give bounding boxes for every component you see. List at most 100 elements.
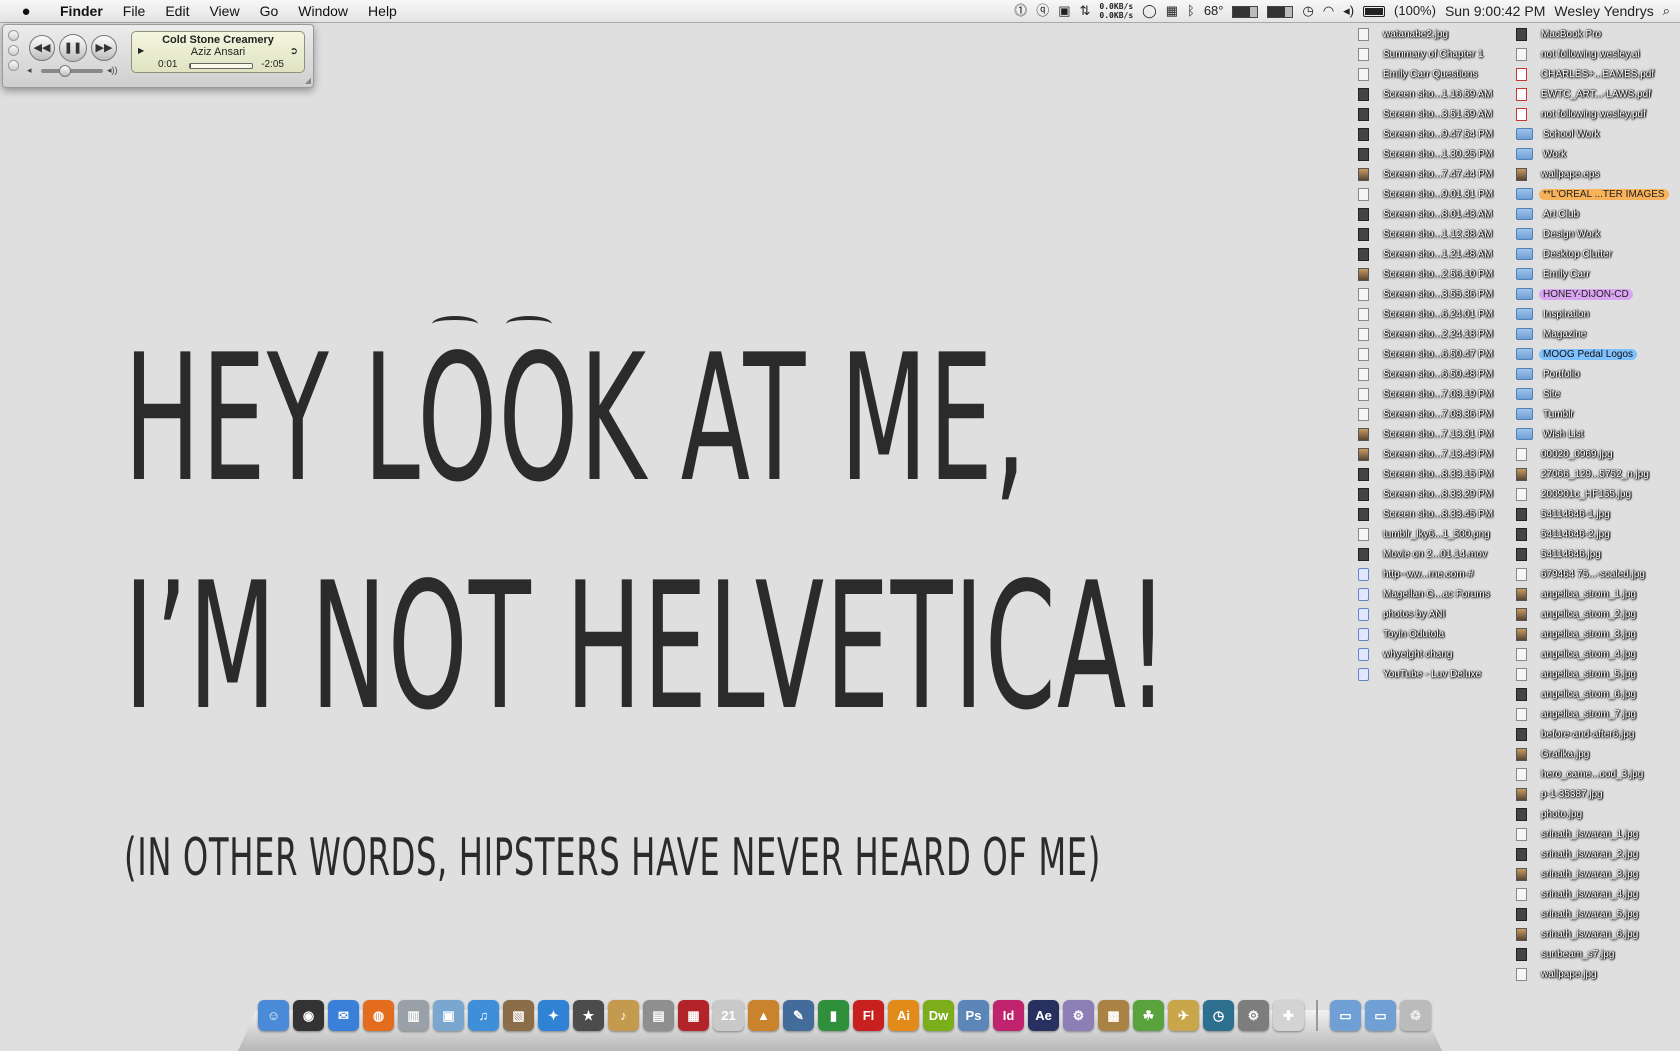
file-icon[interactable] — [1516, 687, 1527, 701]
file-icon[interactable] — [1358, 447, 1369, 461]
file-icon[interactable] — [1516, 967, 1527, 981]
apple-menu-icon[interactable]: ● — [12, 3, 40, 20]
desktop-item-label[interactable]: angelica_strom_3.jpg — [1537, 629, 1640, 640]
file-icon[interactable] — [1516, 727, 1527, 741]
desktop-item[interactable]: Site — [1516, 384, 1669, 404]
desktop-item-label[interactable]: Screen sho...2.24.18 PM — [1379, 329, 1497, 340]
desktop-item-label[interactable]: Screen sho...7.13.43 PM — [1379, 449, 1497, 460]
dock-documents-stack-icon[interactable]: ▭ — [1330, 1000, 1361, 1031]
desktop-item[interactable]: srinath_iswaran_3.jpg — [1516, 864, 1669, 884]
desktop-item-label[interactable]: photo.jpg — [1537, 809, 1586, 820]
desktop-item-label[interactable]: angelica_strom_1.jpg — [1537, 589, 1640, 600]
desktop-item[interactable]: angelica_strom_4.jpg — [1516, 644, 1669, 664]
file-icon[interactable] — [1516, 907, 1527, 921]
menu-view[interactable]: View — [199, 0, 249, 22]
desktop-item[interactable]: before-and-after6.jpg — [1516, 724, 1669, 744]
pdf-icon[interactable] — [1516, 67, 1527, 81]
desktop-item-label[interactable]: Screen sho...7.13.31 PM — [1379, 429, 1497, 440]
menu-clock[interactable]: Sun 9:00:42 PM — [1445, 0, 1545, 22]
desktop-item[interactable]: Magazine — [1516, 324, 1669, 344]
desktop-item[interactable]: 54114646.jpg — [1516, 544, 1669, 564]
next-track-button[interactable]: ▶▶ — [91, 35, 117, 61]
desktop-item-label[interactable]: srinath_iswaran_6.jpg — [1537, 929, 1642, 940]
bluetooth-icon[interactable]: ᛒ — [1187, 0, 1195, 22]
file-icon[interactable] — [1358, 467, 1369, 481]
menu-go[interactable]: Go — [250, 0, 289, 22]
volume-knob[interactable] — [59, 65, 72, 77]
desktop-item[interactable]: Screen sho...7.08.36 PM — [1358, 404, 1497, 424]
dock-photo-booth-icon[interactable]: ▦ — [678, 1000, 709, 1031]
desktop-item-label[interactable]: not following wesley.ai — [1537, 49, 1644, 60]
desktop-item-label[interactable]: srinath_iswaran_2.jpg — [1537, 849, 1642, 860]
desktop-item[interactable]: Screen sho...2.24.18 PM — [1358, 324, 1497, 344]
dock-itunes-icon[interactable]: ♫ — [468, 1000, 499, 1031]
desktop-item-label[interactable]: Art Club — [1539, 209, 1583, 220]
desktop-item[interactable]: 200901c_HF155.jpg — [1516, 484, 1669, 504]
pause-button[interactable]: ❚❚ — [59, 34, 87, 62]
desktop-item-label[interactable]: Screen sho...9.01.31 PM — [1379, 189, 1497, 200]
desktop-item[interactable]: watanabe2.jpg — [1358, 24, 1497, 44]
desktop-item-label[interactable]: CHARLES+...EAMES.pdf — [1537, 69, 1658, 80]
folder-icon[interactable] — [1516, 328, 1533, 340]
desktop-item[interactable]: srinath_iswaran_6.jpg — [1516, 924, 1669, 944]
desktop-item[interactable]: whyeight chang — [1358, 644, 1497, 664]
desktop-item-label[interactable]: 54114646.jpg — [1537, 549, 1605, 560]
desktop-item[interactable]: 679464 75...-scaled.jpg — [1516, 564, 1669, 584]
desktop-item[interactable]: Screen sho...1.21.48 AM — [1358, 244, 1497, 264]
desktop-item[interactable]: Screen sho...7.13.43 PM — [1358, 444, 1497, 464]
desktop-item[interactable]: Inspiration — [1516, 304, 1669, 324]
file-icon[interactable] — [1358, 147, 1369, 161]
desktop-item-label[interactable]: srinath_iswaran_5.jpg — [1537, 909, 1642, 920]
folder-icon[interactable] — [1516, 148, 1533, 160]
desktop-item-label[interactable]: Portfolio — [1539, 369, 1584, 380]
desktop-item[interactable]: Screen sho...3.51.59 AM — [1358, 104, 1497, 124]
pdf-icon[interactable] — [1516, 87, 1527, 101]
chat-bubble-icon[interactable]: ◯ — [1142, 0, 1157, 22]
desktop-item[interactable]: wallpape.eps — [1516, 164, 1669, 184]
file-icon[interactable] — [1358, 187, 1369, 201]
desktop-item-label[interactable]: Wish List — [1539, 429, 1588, 440]
desktop-item-label[interactable]: 00020_0969.jpg — [1537, 449, 1617, 460]
desktop-item[interactable]: Screen sho...8.01.43 AM — [1358, 204, 1497, 224]
desktop-item-label[interactable]: Desktop Clutter — [1539, 249, 1616, 260]
desktop-item-label[interactable]: Toyin Odutola — [1379, 629, 1448, 640]
file-icon[interactable] — [1516, 707, 1527, 721]
desktop-item[interactable]: angelica_strom_1.jpg — [1516, 584, 1669, 604]
spaces-icon[interactable]: ▦ — [1166, 0, 1178, 22]
temperature-readout[interactable]: 68° — [1204, 0, 1224, 22]
desktop-item-label[interactable]: Magazine — [1539, 329, 1590, 340]
desktop-item[interactable]: angelica_strom_2.jpg — [1516, 604, 1669, 624]
desktop-item[interactable]: srinath_iswaran_2.jpg — [1516, 844, 1669, 864]
desktop-item-label[interactable]: 54114646-1.jpg — [1537, 509, 1614, 520]
desktop-item-label[interactable]: Summary of Chapter 1 — [1379, 49, 1488, 60]
file-icon[interactable] — [1516, 447, 1527, 461]
file-icon[interactable] — [1516, 667, 1527, 681]
web-link-icon[interactable] — [1358, 647, 1369, 661]
desktop-item-label[interactable]: Work — [1539, 149, 1570, 160]
desktop-item[interactable]: not following wesley.ai — [1516, 44, 1669, 64]
desktop-item[interactable]: 27066_129...5752_n.jpg — [1516, 464, 1669, 484]
file-icon[interactable] — [1358, 547, 1369, 561]
desktop-item-label[interactable]: before-and-after6.jpg — [1537, 729, 1638, 740]
web-link-icon[interactable] — [1358, 607, 1369, 621]
desktop-item-label[interactable]: Screen sho...7.47.44 PM — [1379, 169, 1497, 180]
file-icon[interactable] — [1358, 327, 1369, 341]
desktop-item[interactable]: Desktop Clutter — [1516, 244, 1669, 264]
desktop-item-label[interactable]: not following wesley.pdf — [1537, 109, 1650, 120]
desktop-item-label[interactable]: Screen sho...1.21.48 AM — [1379, 249, 1497, 260]
desktop-item-label[interactable]: whyeight chang — [1379, 649, 1457, 660]
dock-downloads-stack-icon[interactable]: ▭ — [1365, 1000, 1396, 1031]
minimize-button[interactable] — [8, 45, 19, 56]
desktop-item-label[interactable]: 679464 75...-scaled.jpg — [1537, 569, 1649, 580]
desktop-item[interactable]: Screen sho...6.24.01 PM — [1358, 304, 1497, 324]
dock-photoshop-icon[interactable]: Ps — [958, 1000, 989, 1031]
spotlight-search-icon[interactable]: ⌕ — [1663, 0, 1670, 22]
desktop-item[interactable]: angelica_strom_3.jpg — [1516, 624, 1669, 644]
desktop-item[interactable]: Screen sho...1.16.59 AM — [1358, 84, 1497, 104]
desktop-item[interactable]: Art Club — [1516, 204, 1669, 224]
desktop-item[interactable]: Screen sho...3.55.36 PM — [1358, 284, 1497, 304]
desktop-item[interactable]: Screen sho...8.33.15 PM — [1358, 464, 1497, 484]
quicksilver-icon[interactable]: ⓠ — [1036, 0, 1049, 22]
desktop-item[interactable]: Screen sho...9.47.54 PM — [1358, 124, 1497, 144]
file-icon[interactable] — [1516, 887, 1527, 901]
